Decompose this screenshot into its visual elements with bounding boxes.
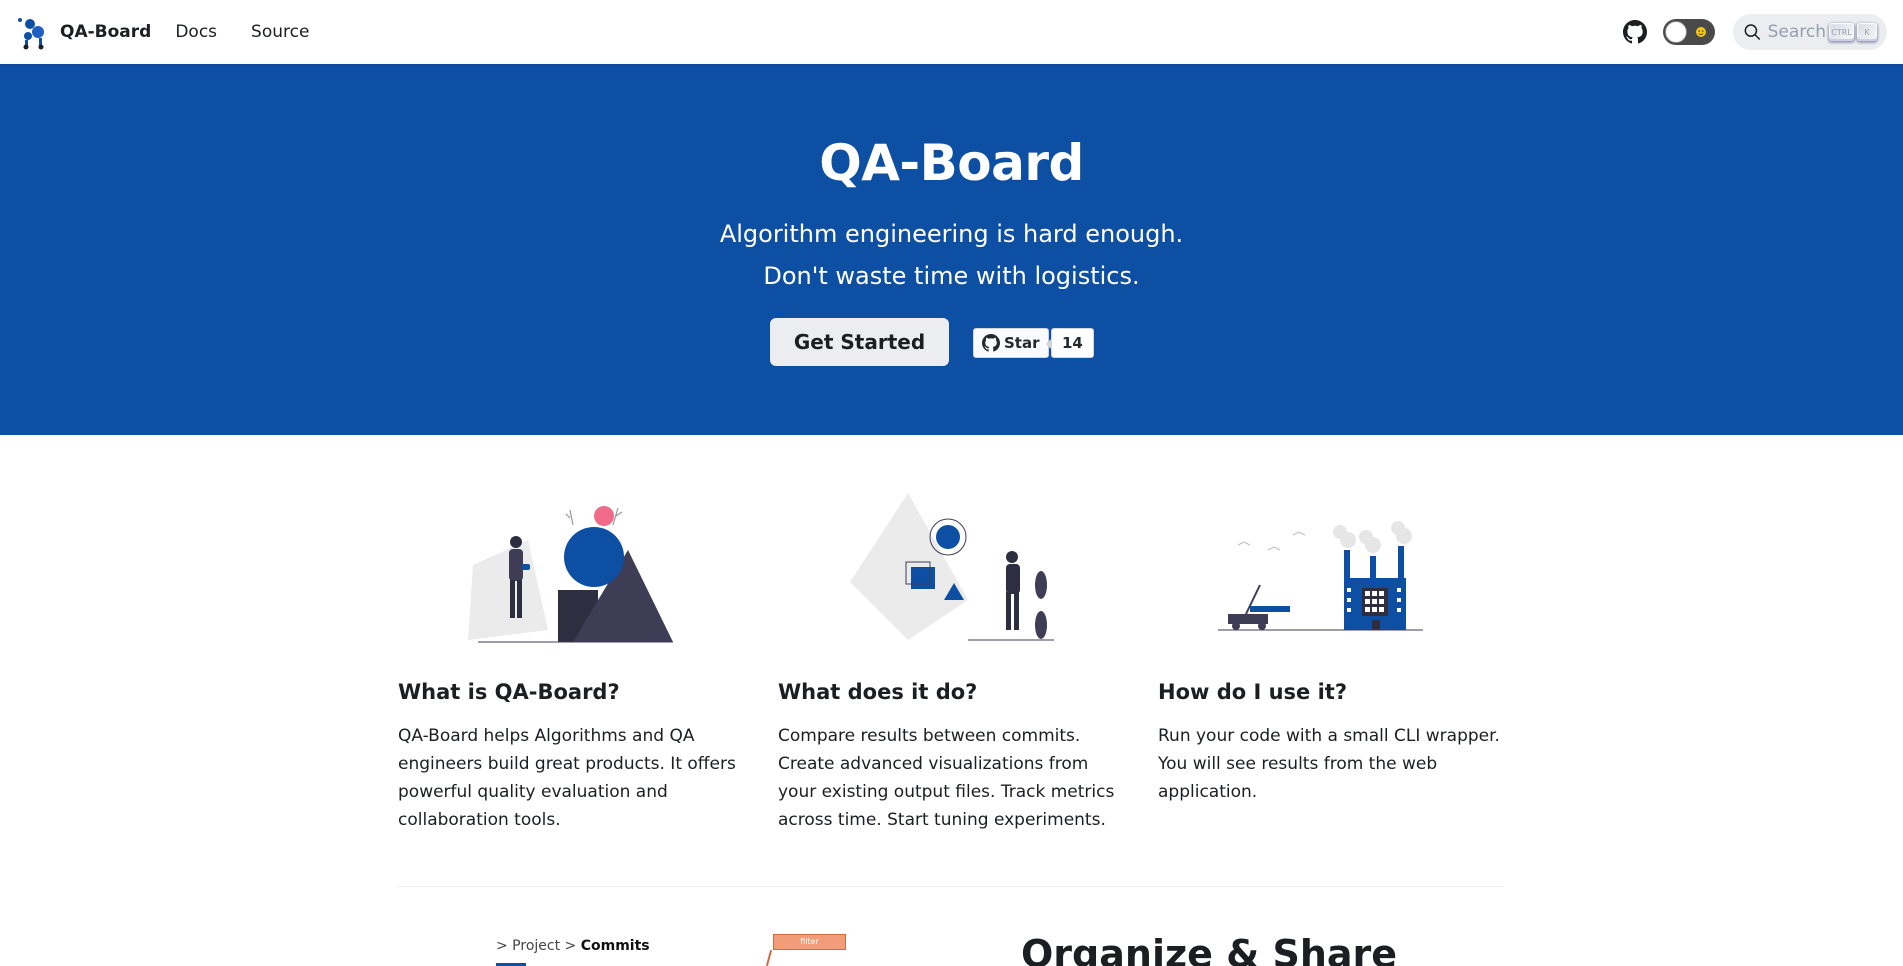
person-with-shapes-illustration <box>850 493 1054 641</box>
person-with-geometric-shapes-illustration <box>468 506 673 643</box>
star-label: Star <box>1004 334 1040 352</box>
factory-and-truck-illustration <box>1218 521 1423 631</box>
hero-tagline-line2: Don't waste time with logistics. <box>763 262 1140 290</box>
get-started-button[interactable]: Get Started <box>770 318 949 366</box>
breadcrumb-current: Commits <box>580 938 650 954</box>
github-icon <box>1623 20 1647 44</box>
breadcrumb-prefix: > Project > <box>496 938 577 954</box>
search-icon <box>1744 24 1761 40</box>
breadcrumb: > Project > Commits <box>496 938 650 954</box>
search-button[interactable]: Search CTRL K <box>1733 14 1887 50</box>
hero-title: QA-Board <box>819 134 1084 192</box>
kbd-ctrl: CTRL <box>1828 23 1854 41</box>
brand-link[interactable]: QA-Board <box>16 14 151 50</box>
nav-link-source[interactable]: Source <box>251 22 309 42</box>
theme-toggle[interactable] <box>1663 19 1715 45</box>
hero-tagline-line1: Algorithm engineering is hard enough. <box>719 220 1184 248</box>
qa-board-logo-icon <box>18 18 44 50</box>
search-label: Search <box>1767 22 1826 42</box>
github-star-button[interactable]: Star <box>973 328 1049 358</box>
feature-body: Run your code with a small CLI wrapper. … <box>1158 726 1500 802</box>
feature-body: QA-Board helps Algorithms and QA enginee… <box>398 726 736 830</box>
feature-title: What does it do? <box>778 680 978 704</box>
brand-title: QA-Board <box>60 22 152 42</box>
filter-tag: filter <box>773 934 846 950</box>
navbar: QA-Board Docs Source Search CTRL K <box>0 0 1903 64</box>
feature-title: How do I use it? <box>1158 680 1348 704</box>
kbd-k: K <box>1857 23 1877 41</box>
github-link[interactable] <box>1621 18 1649 46</box>
filter-connector-line <box>765 950 773 966</box>
sun-icon <box>1696 27 1706 37</box>
github-icon <box>982 334 1000 352</box>
feature-body: Compare results between commits. Create … <box>778 726 1115 830</box>
feature-title: What is QA-Board? <box>398 680 620 704</box>
star-count[interactable]: 14 <box>1046 328 1094 358</box>
section-divider <box>398 886 1504 887</box>
nav-link-docs[interactable]: Docs <box>175 22 217 42</box>
hero-banner: QA-Board Algorithm engineering is hard e… <box>0 64 1903 435</box>
toggle-knob <box>1665 21 1687 43</box>
organize-share-heading: Organize & Share <box>1021 932 1398 966</box>
navbar-right: Search CTRL K <box>1621 14 1887 50</box>
